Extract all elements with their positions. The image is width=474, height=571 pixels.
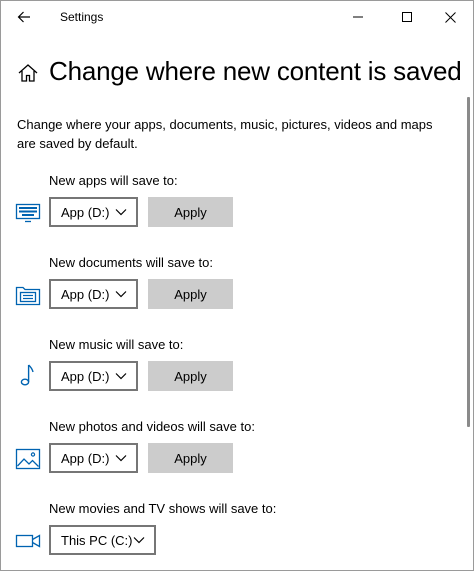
folder-documents-icon [15, 286, 41, 306]
setting-label: New music will save to: [49, 337, 184, 352]
setting-new-documents: New documents will save to: App (D:) App… [1, 255, 461, 323]
page-header: Change where new content is saved [1, 51, 462, 93]
chevron-down-icon [115, 291, 127, 298]
music-note-icon [20, 364, 34, 386]
picture-icon [15, 448, 41, 470]
chevron-down-icon [115, 209, 127, 216]
close-button[interactable] [427, 1, 473, 33]
apply-button[interactable]: Apply [148, 197, 233, 227]
dropdown-value: This PC (C:) [61, 532, 133, 548]
close-icon [444, 11, 456, 23]
minimize-icon [353, 16, 363, 18]
apply-button[interactable]: Apply [148, 279, 233, 309]
setting-new-photos-videos: New photos and videos will save to: App … [1, 419, 461, 487]
vertical-scrollbar[interactable] [467, 97, 470, 427]
setting-new-movies-tv: New movies and TV shows will save to: Th… [1, 501, 461, 569]
setting-label: New documents will save to: [49, 255, 214, 270]
apply-button[interactable]: Apply [148, 443, 233, 473]
dropdown-value: App (D:) [61, 450, 110, 466]
apply-button[interactable]: Apply [148, 361, 233, 391]
setting-label: New movies and TV shows will save to: [49, 501, 277, 516]
home-icon[interactable] [17, 62, 39, 84]
minimize-button[interactable] [335, 1, 381, 33]
dropdown-value: App (D:) [61, 204, 110, 220]
dropdown-value: App (D:) [61, 368, 110, 384]
setting-new-apps: New apps will save to: App (D:) Apply [1, 173, 461, 241]
save-location-dropdown[interactable]: App (D:) [49, 443, 138, 473]
title-bar: Settings [1, 1, 473, 33]
save-location-dropdown[interactable]: This PC (C:) [49, 525, 156, 555]
setting-new-music: New music will save to: App (D:) Apply [1, 337, 461, 405]
page-description: Change where your apps, documents, music… [17, 117, 433, 151]
chevron-down-icon [133, 537, 145, 544]
settings-window: Settings Change where new content is sav… [0, 0, 474, 571]
save-location-dropdown[interactable]: App (D:) [49, 279, 138, 309]
video-camera-icon [15, 534, 41, 548]
page-title: Change where new content is saved [49, 56, 462, 86]
monitor-keyboard-icon [15, 203, 41, 223]
save-location-dropdown[interactable]: App (D:) [49, 197, 138, 227]
setting-label: New photos and videos will save to: [49, 419, 255, 434]
arrow-left-icon [17, 11, 30, 23]
maximize-button[interactable] [384, 1, 430, 33]
back-button[interactable] [1, 1, 47, 33]
dropdown-value: App (D:) [61, 286, 110, 302]
chevron-down-icon [115, 373, 127, 380]
app-title: Settings [60, 10, 104, 24]
chevron-down-icon [115, 455, 127, 462]
maximize-icon [402, 12, 412, 22]
save-location-dropdown[interactable]: App (D:) [49, 361, 138, 391]
setting-label: New apps will save to: [49, 173, 178, 188]
